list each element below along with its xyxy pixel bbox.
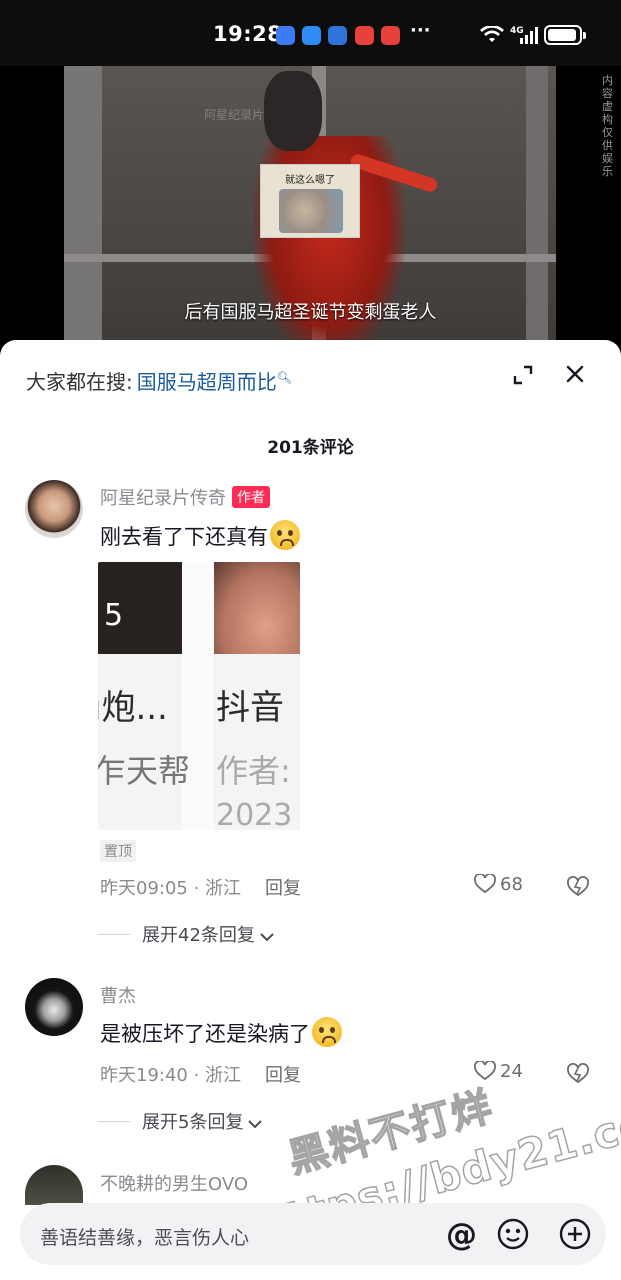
image-text: 作者:: [216, 752, 291, 790]
video-figure-head: [264, 71, 322, 151]
comment-text: 是被压坏了还是染病了: [100, 1017, 342, 1048]
comment-author[interactable]: 阿星纪录片传奇 作者: [100, 484, 270, 510]
comment-meta: 昨天19:40 · 浙江 回复: [100, 1065, 302, 1086]
image-text-num: 5: [104, 598, 124, 633]
reply-button[interactable]: 回复: [265, 878, 301, 899]
trending-search[interactable]: 大家都在搜: 国服马超周而比🔍︎: [26, 366, 292, 395]
comment-text-content: 刚去看了下还真有: [100, 525, 268, 549]
expand-replies-button[interactable]: 展开5条回复: [98, 1108, 263, 1134]
notification-red-app-icon-2: [381, 26, 400, 45]
comment-text: 刚去看了下还真有: [100, 520, 300, 551]
expand-icon[interactable]: [512, 364, 534, 386]
svg-text:4G: 4G: [510, 26, 524, 36]
battery-icon: [544, 25, 586, 45]
image-text: 乍天帮: [98, 752, 191, 790]
video-watermark: 阿星纪录片: [204, 108, 265, 122]
comment-location: 浙江: [205, 1065, 242, 1086]
like-button[interactable]: 68: [474, 873, 523, 895]
dislike-icon[interactable]: [567, 876, 589, 898]
video-subtitle: 后有国服马超圣诞节变剩蛋老人: [184, 302, 437, 323]
notification-chat-icon: [302, 26, 321, 45]
trending-search-label: 大家都在搜:: [26, 370, 133, 394]
expand-replies-button[interactable]: 展开42条回复: [98, 921, 275, 947]
more-notifications: ···: [410, 20, 431, 41]
video-disclaimer: 内容虚构 仅供娱乐: [602, 74, 613, 178]
comment-image[interactable]: 5 ı炮... 抖音 乍天帮 作者: 2023: [98, 562, 300, 830]
notification-red-app-icon: [355, 26, 374, 45]
comment-count-title: 201条评论: [267, 438, 354, 458]
divider-line: [98, 934, 130, 935]
like-count: 24: [500, 1061, 523, 1082]
sticker-image: [279, 189, 343, 233]
comment-input[interactable]: 善语结善缘，恶言伤人心: [40, 1223, 249, 1250]
chevron-down-icon: [260, 933, 274, 942]
divider-line: [98, 1121, 130, 1122]
status-bar: 19:28 ··· 4G: [0, 0, 621, 66]
comment-text-content: 是被压坏了还是染病了: [100, 1022, 310, 1046]
at-icon[interactable]: @: [446, 1217, 477, 1253]
wifi-icon: [480, 26, 504, 42]
rolling-eyes-emoji-icon: [312, 1017, 342, 1047]
author-badge: 作者: [232, 486, 270, 508]
status-time: 19:28: [213, 22, 283, 46]
like-count: 68: [500, 874, 523, 895]
plus-icon[interactable]: [558, 1217, 592, 1251]
heart-icon: [474, 873, 496, 894]
search-icon: 🔍︎: [276, 370, 292, 385]
avatar[interactable]: [25, 978, 83, 1036]
comment-time: 昨天19:40: [100, 1065, 188, 1086]
image-dark-panel: 5: [98, 562, 182, 654]
meme-sticker: 就这么嗯了: [260, 164, 360, 238]
comment-time: 昨天09:05: [100, 878, 188, 899]
notification-browser-icon: [328, 26, 347, 45]
image-text: 抖音: [216, 688, 284, 728]
close-icon[interactable]: [563, 362, 587, 386]
dislike-icon[interactable]: [567, 1063, 589, 1085]
expand-replies-label: 展开42条回复: [142, 925, 255, 946]
comment-location: 浙江: [205, 878, 242, 899]
comment-author-name[interactable]: 不晚耕的男生OVO: [100, 1170, 248, 1196]
chevron-down-icon: [248, 1120, 263, 1129]
comment-meta: 昨天09:05 · 浙江 回复: [100, 878, 302, 899]
expand-replies-label: 展开5条回复: [142, 1112, 244, 1133]
signal-icon: 4G: [510, 26, 538, 44]
reply-button[interactable]: 回复: [265, 1065, 301, 1086]
image-text: ı炮...: [98, 688, 168, 728]
avatar[interactable]: [25, 480, 83, 538]
image-text: 2023: [216, 798, 293, 830]
crying-emoji-icon: [270, 520, 300, 550]
comment-input-bar[interactable]: 善语结善缘，恶言伤人心 @: [20, 1203, 606, 1265]
avatar[interactable]: [25, 1165, 83, 1205]
trending-search-term[interactable]: 国服马超周而比: [137, 370, 277, 394]
notification-app-icon: [276, 26, 295, 45]
comment-author-name[interactable]: 阿星纪录片传奇: [100, 488, 226, 509]
emoji-icon[interactable]: [496, 1217, 530, 1251]
video-player[interactable]: 就这么嗯了 阿星纪录片 内容虚构 仅供娱乐 后有国服马超圣诞节变剩蛋老人: [0, 66, 621, 356]
comment-author-name[interactable]: 曹杰: [100, 982, 136, 1008]
image-photo-panel: [214, 562, 300, 654]
sticker-text: 就这么嗯了: [285, 175, 335, 186]
pinned-badge: 置顶: [100, 840, 136, 862]
